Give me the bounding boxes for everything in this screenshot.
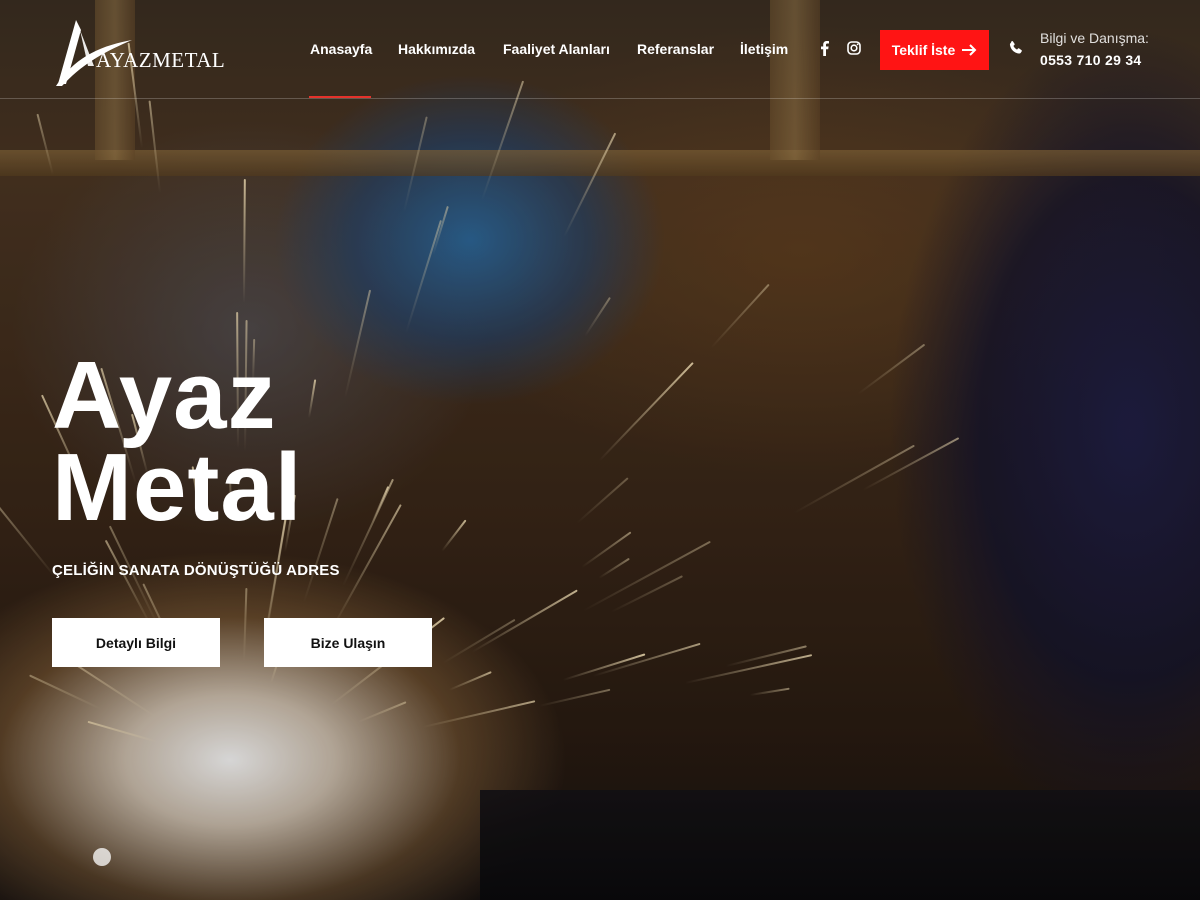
nav-item-hakkimizda[interactable]: Hakkımızda [398, 41, 475, 57]
phone-icon [1009, 41, 1022, 54]
arrow-right-icon [962, 44, 977, 56]
logo-text: AYAZMETAL [96, 48, 226, 72]
request-quote-button[interactable]: Teklif İste [880, 30, 989, 70]
contact-label: Bilgi ve Danışma: [1040, 30, 1149, 46]
nav-item-anasayfa[interactable]: Anasayfa [310, 41, 372, 57]
brand-logo[interactable]: AYAZMETAL [54, 18, 225, 88]
slider-dot[interactable] [93, 848, 111, 866]
nav-item-referanslar[interactable]: Referanslar [637, 41, 714, 57]
nav-item-iletisim[interactable]: İletişim [740, 41, 788, 57]
contact-us-button[interactable]: Bize Ulaşın [264, 618, 432, 667]
contact-phone[interactable]: 0553 710 29 34 [1040, 52, 1142, 68]
nav-item-faaliyet-alanlari[interactable]: Faaliyet Alanları [503, 41, 610, 57]
hero-subtitle: ÇELİĞİN SANATA DÖNÜŞTÜĞÜ ADRES [52, 562, 340, 579]
instagram-icon[interactable] [846, 39, 862, 57]
hero-title-line2: Metal [52, 434, 303, 541]
site-header: AYAZMETAL Anasayfa Hakkımızda Faaliyet A… [0, 0, 1200, 99]
details-button[interactable]: Detaylı Bilgi [52, 618, 220, 667]
request-quote-label: Teklif İste [891, 42, 956, 58]
hero-title-line1: Ayaz [52, 342, 277, 449]
nav-active-indicator [309, 96, 371, 98]
hero-title: Ayaz Metal [52, 342, 303, 541]
facebook-icon[interactable] [816, 39, 832, 57]
